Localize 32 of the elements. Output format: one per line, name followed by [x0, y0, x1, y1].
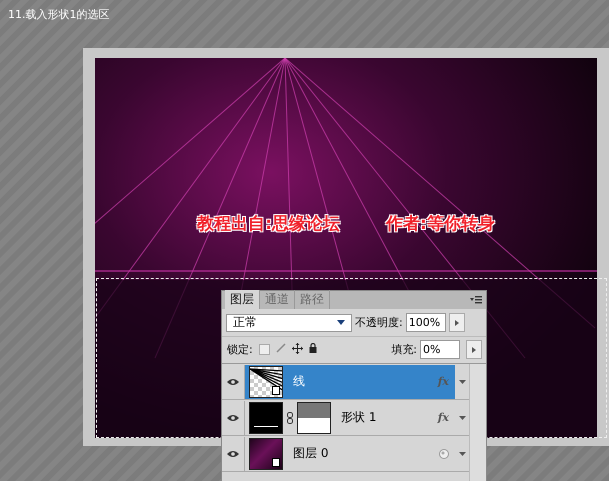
opacity-slider-button[interactable] [448, 313, 465, 332]
smart-filter-icon [439, 448, 449, 458]
step-title: 11.载入形状1的选区 [8, 7, 110, 22]
layer-row[interactable]: 图层 0 [245, 436, 455, 470]
lock-label: 锁定: [227, 342, 253, 357]
vector-mask-thumbnail [297, 402, 331, 434]
opacity-field[interactable]: 100% [406, 313, 446, 332]
layer-name: 图层 0 [293, 445, 328, 462]
scroll-bar[interactable] [469, 364, 486, 481]
caption-text: 作者:等你转身 [386, 213, 495, 235]
expand-arrow-icon[interactable] [459, 380, 466, 384]
layer-row[interactable]: 形状 1 fx [245, 400, 455, 434]
layer-row[interactable]: 线 fx [245, 364, 455, 398]
chain-icon[interactable] [287, 412, 293, 424]
expand-arrow-icon[interactable] [459, 416, 466, 420]
triangle-icon [454, 320, 459, 326]
move-icon[interactable] [292, 342, 303, 356]
fill-field[interactable]: 0% [420, 340, 460, 359]
lock-icon[interactable] [308, 343, 317, 356]
caret-icon [337, 320, 345, 325]
opacity-label: 不透明度: [355, 315, 403, 330]
blend-mode-dropdown[interactable]: 正常 [226, 314, 352, 332]
panel-tab[interactable]: 图层 [225, 290, 260, 309]
expand-arrow-icon[interactable] [459, 452, 466, 456]
effects-label: fx [438, 375, 449, 388]
triangle-icon [472, 346, 476, 352]
fill-slider-button[interactable] [466, 340, 482, 359]
layer-name: 线 [293, 373, 305, 390]
panel-menu-icon[interactable] [470, 296, 482, 304]
effects-label: fx [438, 411, 449, 424]
fill-label: 填充: [391, 342, 417, 357]
layer-name: 形状 1 [341, 409, 376, 426]
